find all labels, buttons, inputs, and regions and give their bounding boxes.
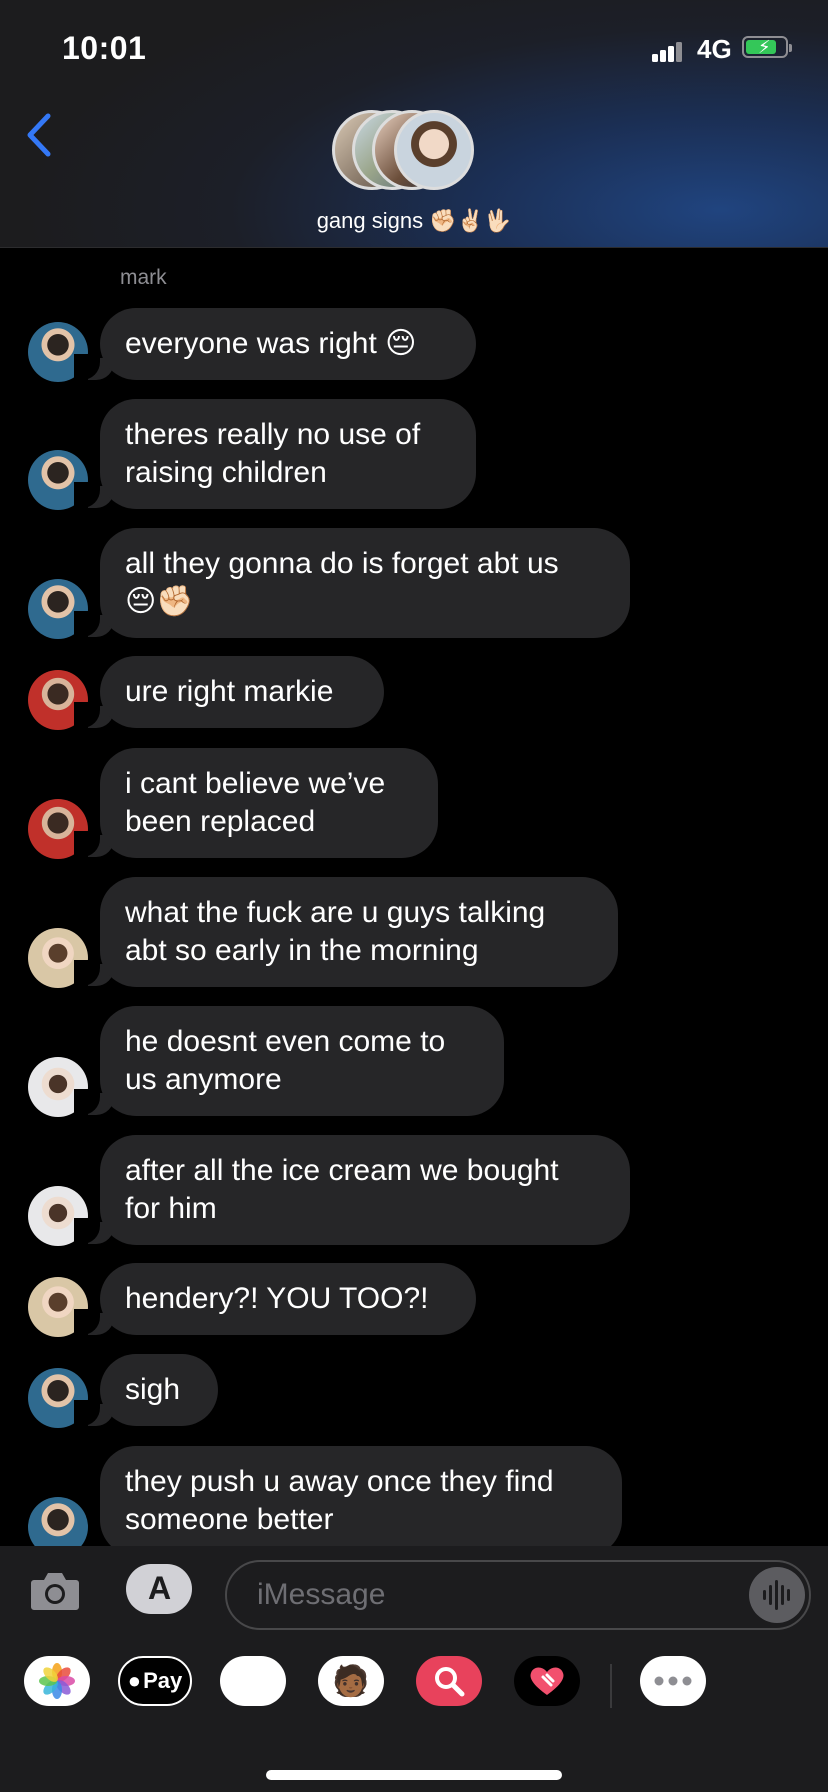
digital-touch-icon[interactable] (514, 1656, 580, 1706)
back-chevron-icon[interactable] (22, 110, 62, 160)
app-strip: ● Pay 🐵 🧑🏾 (0, 1656, 828, 1726)
message-bubble[interactable]: sigh (100, 1354, 218, 1426)
message-bubble[interactable]: all they gonna do is forget abt us 😔✊🏻 (100, 528, 630, 638)
compose-area: A iMessage ● Pay 🐵 🧑🏾 (0, 1546, 828, 1792)
group-name-emojis: ✊🏻✌🏻🖖🏻 (429, 208, 512, 233)
conversation-header: 10:01 4G ⚡ gang signs ✊🏻✌🏻🖖🏻 (0, 0, 828, 248)
group-avatar-stack[interactable] (332, 110, 502, 194)
cellular-signal-icon (652, 40, 682, 62)
message-bubble[interactable]: he doesnt even come to us anymore (100, 1006, 504, 1116)
sender-label: mark (120, 266, 167, 289)
network-type: 4G (697, 34, 732, 64)
message-bubble[interactable]: ure right markie (100, 656, 384, 728)
status-time: 10:01 (62, 30, 147, 66)
message-bubble[interactable]: they push u away once they find someone … (100, 1446, 622, 1556)
group-name-label: gang signs (316, 208, 424, 233)
more-apps-icon[interactable] (640, 1656, 706, 1706)
animoji-icon[interactable]: 🐵 (220, 1656, 286, 1706)
message-bubble[interactable]: after all the ice cream we bought for hi… (100, 1135, 630, 1245)
message-bubble[interactable]: i cant believe we’ve been replaced (100, 748, 438, 858)
audio-message-icon[interactable] (749, 1567, 805, 1623)
home-indicator[interactable] (266, 1770, 562, 1780)
memoji-icon[interactable]: 🧑🏾 (318, 1656, 384, 1706)
message-text: i cant believe we’ve been replaced (125, 767, 386, 838)
message-input[interactable]: iMessage (225, 1560, 811, 1630)
message-input-placeholder: iMessage (257, 1578, 386, 1611)
group-member-avatar (394, 110, 474, 190)
message-text: he doesnt even come to us anymore (125, 1025, 446, 1096)
message-bubble[interactable]: theres really no use of raising children (100, 399, 476, 509)
message-bubble[interactable]: what the fuck are u guys talking abt so … (100, 877, 618, 987)
message-text: everyone was right 😔 (125, 327, 417, 360)
message-text: theres really no use of raising children (125, 418, 421, 489)
message-bubble[interactable]: hendery?! YOU TOO?! (100, 1263, 476, 1335)
message-text: hendery?! YOU TOO?! (125, 1282, 429, 1315)
apple-pay-icon[interactable]: ● Pay (118, 1656, 192, 1706)
message-text: what the fuck are u guys talking abt so … (125, 896, 546, 967)
apple-pay-label: Pay (143, 1668, 183, 1693)
message-text: sigh (125, 1373, 181, 1406)
app-strip-divider (610, 1664, 612, 1708)
camera-icon[interactable] (30, 1568, 80, 1614)
battery-icon: ⚡ (742, 36, 792, 58)
group-name[interactable]: gang signs ✊🏻✌🏻🖖🏻 (0, 208, 828, 234)
image-search-icon[interactable] (416, 1656, 482, 1706)
message-text: after all the ice cream we bought for hi… (125, 1154, 559, 1225)
photos-icon[interactable] (24, 1656, 90, 1706)
message-text: they push u away once they find someone … (125, 1465, 554, 1536)
message-text: all they gonna do is forget abt us 😔✊🏻 (125, 547, 559, 618)
message-bubble[interactable]: everyone was right 😔 (100, 308, 476, 380)
message-text: ure right markie (125, 675, 334, 708)
app-store-icon[interactable]: A (126, 1564, 192, 1614)
